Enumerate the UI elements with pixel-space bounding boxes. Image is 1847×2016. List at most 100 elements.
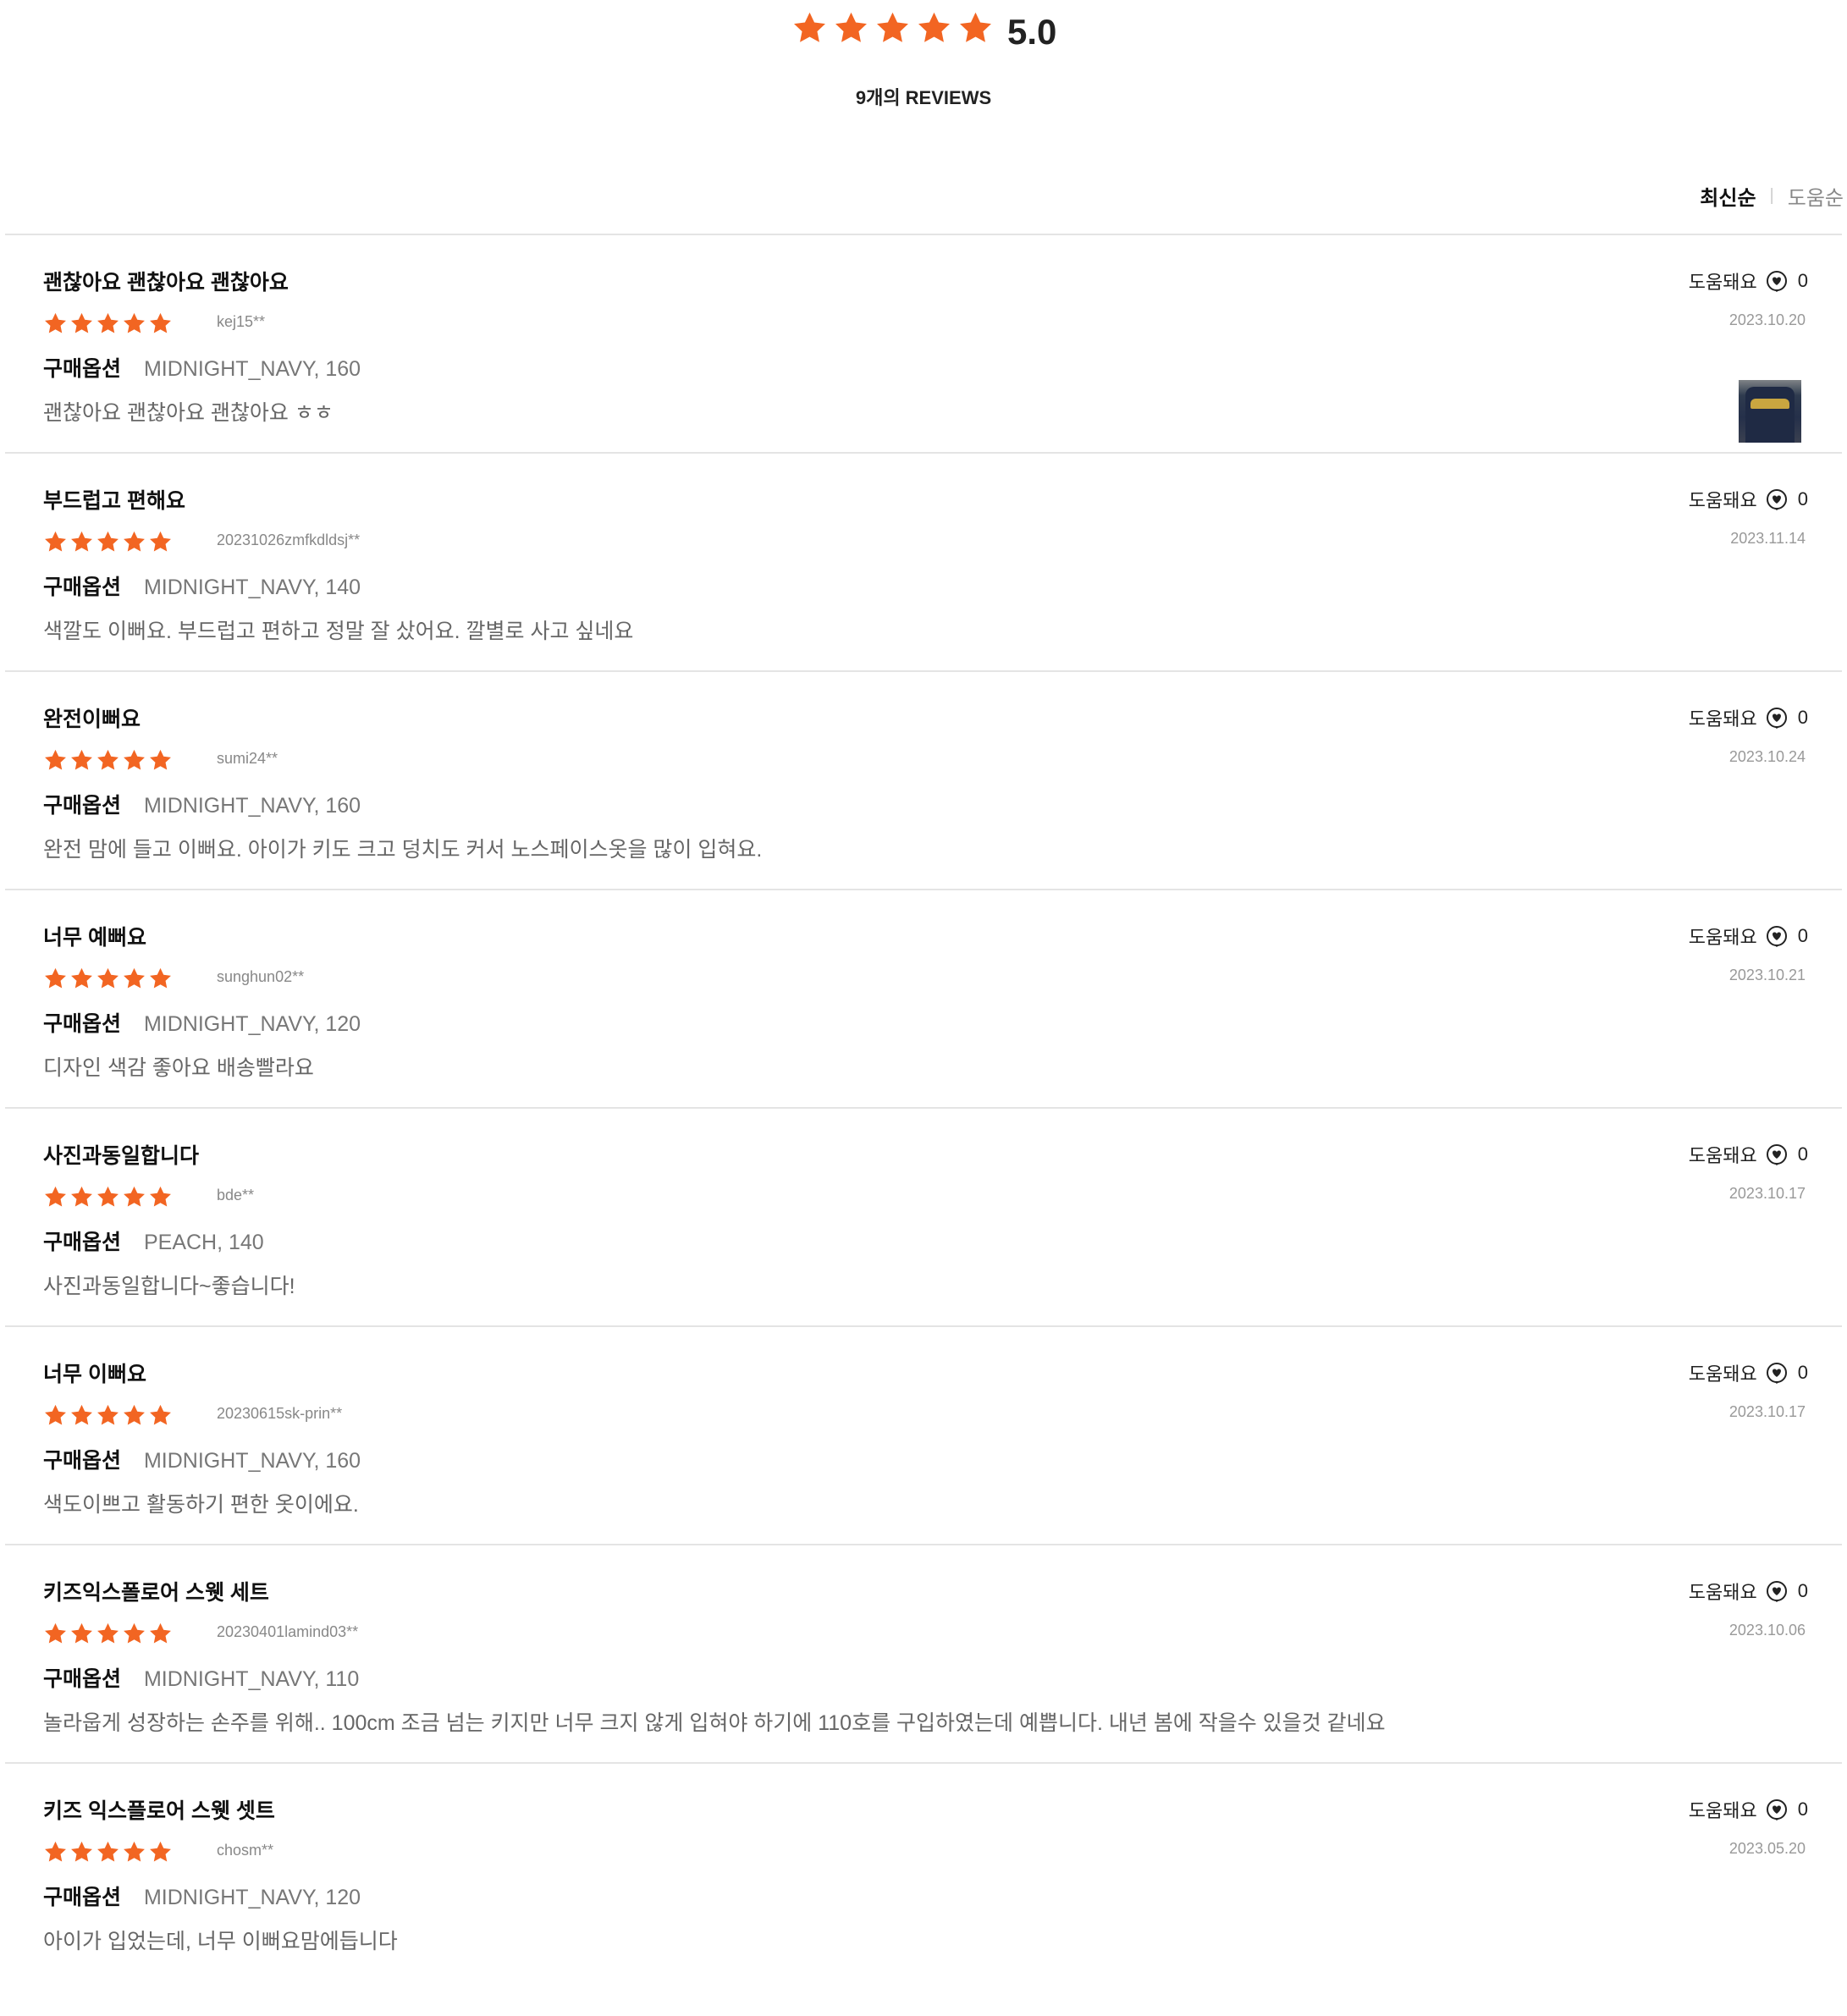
- review-star: [45, 312, 66, 333]
- review-author: chosm**: [217, 1842, 274, 1859]
- purchase-option-value: MIDNIGHT_NAVY, 140: [143, 576, 361, 599]
- review-star: [45, 1622, 66, 1644]
- heart-icon: [1766, 926, 1787, 947]
- review-title: 키즈 익스플로어 스웻 셋트: [43, 1799, 275, 1823]
- purchase-option-label: 구매옵션: [43, 357, 122, 381]
- helpful-button[interactable]: 도움돼요 0: [1689, 1578, 1808, 1605]
- review-star: [124, 749, 145, 770]
- review-item: 부드럽고 편해요 20231026zmfkdldsj** 구매옵션 MIDNIG…: [5, 452, 1842, 670]
- review-star: [124, 312, 145, 333]
- review-author: sumi24**: [217, 750, 278, 767]
- helpful-button[interactable]: 도움돼요 0: [1689, 1359, 1808, 1386]
- review-body: 놀라웁게 성장하는 손주를 위해.. 100cm 조금 넘는 키지만 너무 크지…: [43, 1711, 1386, 1735]
- review-star: [124, 1622, 145, 1644]
- review-star: [150, 1622, 171, 1644]
- review-date: 2023.10.17: [1728, 1403, 1806, 1420]
- review-date: 2023.10.20: [1728, 311, 1806, 328]
- review-author: 20230615sk-prin**: [217, 1405, 343, 1422]
- purchase-option: 구매옵션 MIDNIGHT_NAVY, 120: [43, 1881, 361, 1911]
- purchase-option: 구매옵션 MIDNIGHT_NAVY, 140: [43, 570, 361, 601]
- heart-icon: [1766, 271, 1787, 292]
- review-title: 사진과동일합니다: [43, 1144, 200, 1168]
- helpful-button[interactable]: 도움돼요 0: [1689, 1796, 1808, 1823]
- review-author: bde**: [217, 1187, 255, 1204]
- helpful-button[interactable]: 도움돼요 0: [1689, 923, 1808, 950]
- purchase-option-value: MIDNIGHT_NAVY, 120: [143, 1886, 361, 1909]
- purchase-option: 구매옵션 PEACH, 140: [43, 1226, 264, 1256]
- review-star: [97, 967, 119, 989]
- review-star: [124, 1841, 145, 1862]
- review-star: [97, 1841, 119, 1862]
- review-star: [71, 1404, 92, 1425]
- review-star: [150, 531, 171, 552]
- purchase-option: 구매옵션 MIDNIGHT_NAVY, 120: [43, 1007, 361, 1038]
- review-rating-stars: [43, 967, 173, 991]
- review-title: 너무 예뻐요: [43, 926, 146, 950]
- review-author: 20231026zmfkdldsj**: [217, 532, 361, 548]
- review-body: 색깔도 이뻐요. 부드럽고 편하고 정말 잘 샀어요. 깔별로 사고 싶네요: [43, 620, 634, 643]
- photo-shirt-logo: [1751, 399, 1789, 409]
- summary-star: [960, 12, 991, 42]
- helpful-count: 0: [1797, 1143, 1808, 1165]
- review-item: 괜찮아요 괜찮아요 괜찮아요 kej15** 구매옵션 MIDNIGHT_NAV…: [5, 234, 1842, 452]
- purchase-option-value: PEACH, 140: [143, 1231, 264, 1254]
- purchase-option-label: 구매옵션: [43, 1886, 122, 1909]
- review-date: 2023.11.14: [1730, 530, 1806, 547]
- helpful-count: 0: [1797, 1362, 1808, 1383]
- review-rating-stars: [43, 1622, 173, 1646]
- review-star: [124, 531, 145, 552]
- review-item: 너무 예뻐요 sunghun02** 구매옵션 MIDNIGHT_NAVY, 1…: [5, 889, 1842, 1107]
- purchase-option-label: 구매옵션: [43, 1667, 122, 1691]
- review-star: [71, 1186, 92, 1207]
- review-summary: 5.0 9개의 REVIEWS: [0, 0, 1847, 118]
- review-star: [71, 312, 92, 333]
- review-date: 2023.10.24: [1728, 748, 1806, 765]
- summary-star: [835, 12, 867, 42]
- helpful-label: 도움돼요: [1688, 272, 1757, 293]
- helpful-count: 0: [1797, 1798, 1808, 1820]
- heart-icon: [1766, 1144, 1787, 1165]
- review-rating-stars: [43, 748, 173, 773]
- review-item: 키즈 익스플로어 스웻 셋트 chosm** 구매옵션 MIDNIGHT_NAV…: [5, 1762, 1842, 2016]
- helpful-button[interactable]: 도움돼요 0: [1689, 267, 1808, 295]
- review-body: 완전 맘에 들고 이뻐요. 아이가 키도 크고 덩치도 커서 노스페이스옷을 많…: [43, 838, 763, 862]
- review-star: [97, 1186, 119, 1207]
- review-star: [97, 1622, 119, 1644]
- sort-latest[interactable]: 최신순: [1700, 181, 1756, 211]
- review-star: [71, 749, 92, 770]
- review-star: [150, 749, 171, 770]
- review-date: 2023.10.06: [1728, 1622, 1806, 1639]
- review-item: 완전이뻐요 sumi24** 구매옵션 MIDNIGHT_NAVY, 160 완…: [5, 670, 1842, 889]
- helpful-button[interactable]: 도움돼요 0: [1689, 704, 1808, 731]
- review-photo-thumbnail[interactable]: [1739, 380, 1801, 443]
- helpful-button[interactable]: 도움돼요 0: [1689, 486, 1808, 513]
- purchase-option-value: MIDNIGHT_NAVY, 160: [143, 1449, 361, 1473]
- sort-helpful[interactable]: 도움순: [1788, 181, 1844, 211]
- purchase-option-label: 구매옵션: [43, 1012, 122, 1036]
- heart-icon: [1766, 1363, 1787, 1384]
- review-title: 부드럽고 편해요: [43, 489, 185, 513]
- helpful-label: 도움돼요: [1688, 1800, 1757, 1821]
- review-author: sunghun02**: [217, 968, 305, 985]
- heart-icon: [1766, 489, 1787, 510]
- review-body: 디자인 색감 좋아요 배송빨라요: [43, 1056, 314, 1080]
- review-star: [71, 531, 92, 552]
- review-star: [150, 1404, 171, 1425]
- summary-star: [918, 12, 950, 42]
- helpful-label: 도움돼요: [1688, 1145, 1757, 1166]
- photo-shirt: [1745, 387, 1795, 443]
- summary-star: [877, 12, 908, 42]
- review-body: 아이가 입었는데, 너무 이뻐요맘에듭니다: [43, 1930, 398, 1953]
- review-count: 9개의 REVIEWS: [855, 87, 992, 108]
- review-star: [124, 1404, 145, 1425]
- review-star: [45, 1186, 66, 1207]
- review-star: [150, 1841, 171, 1862]
- review-star: [71, 967, 92, 989]
- review-title: 키즈익스폴로어 스웻 세트: [43, 1581, 269, 1605]
- helpful-button[interactable]: 도움돼요 0: [1689, 1141, 1808, 1168]
- review-title: 완전이뻐요: [43, 708, 141, 731]
- heart-icon: [1766, 1799, 1787, 1820]
- review-item: 사진과동일합니다 bde** 구매옵션 PEACH, 140 사진과동일합니다~…: [5, 1107, 1842, 1325]
- review-body: 괜찮아요 괜찮아요 괜찮아요 ㅎㅎ: [43, 401, 334, 425]
- review-title: 괜찮아요 괜찮아요 괜찮아요: [43, 271, 289, 295]
